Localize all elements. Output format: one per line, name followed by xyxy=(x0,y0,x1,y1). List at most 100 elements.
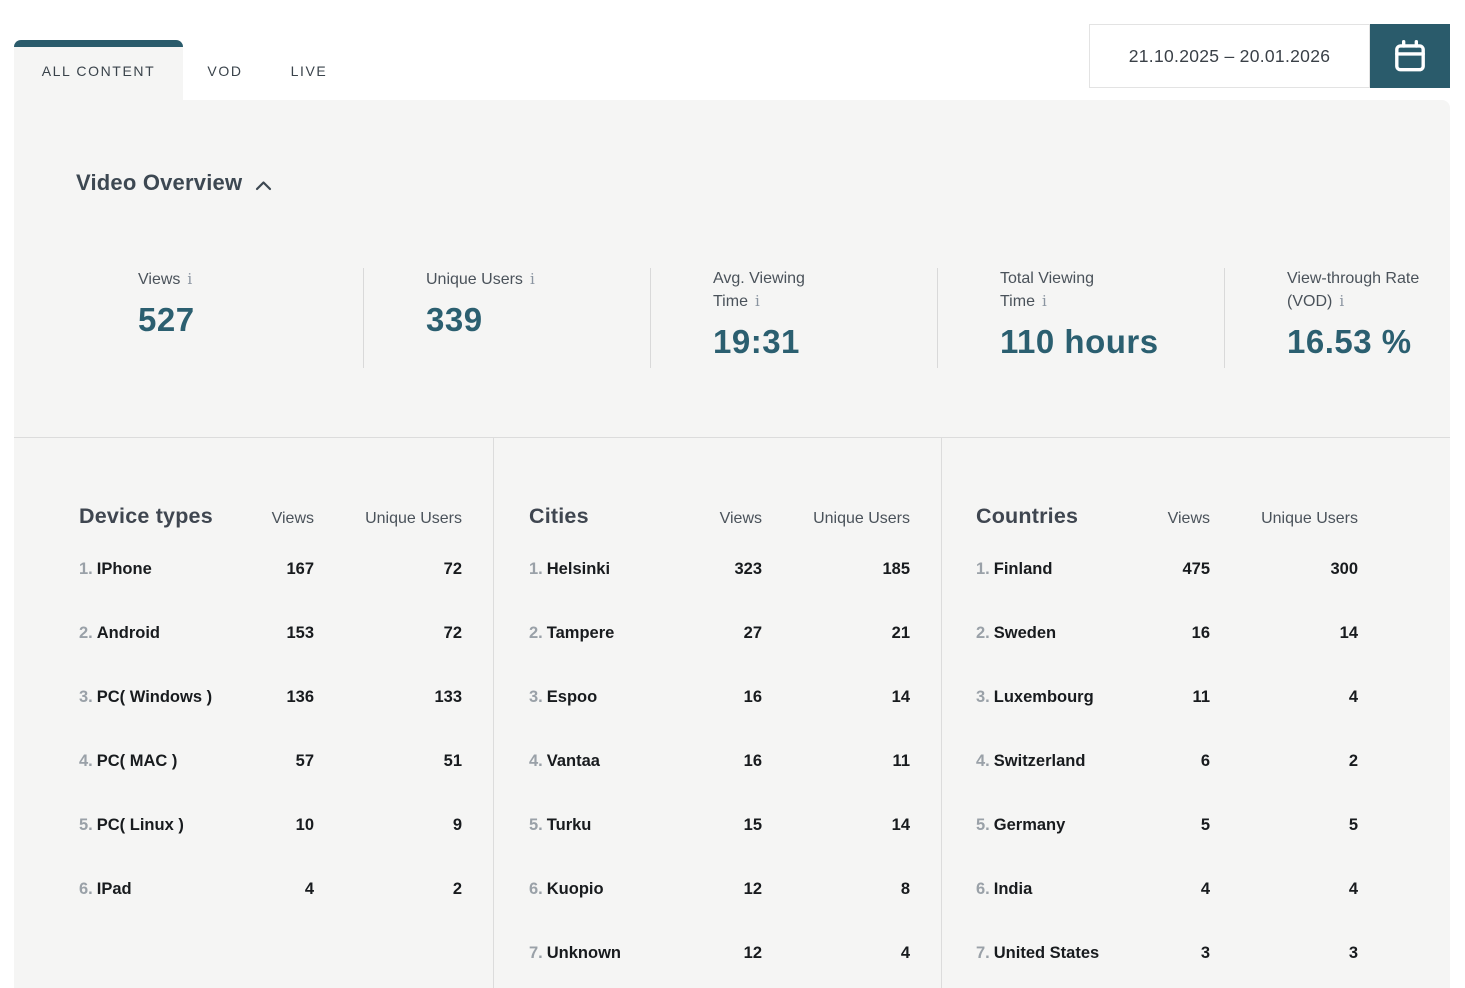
row-unique-users: 72 xyxy=(314,556,462,582)
info-icon[interactable]: i xyxy=(1042,292,1047,310)
table-row: 1.Helsinki 323 185 xyxy=(529,556,910,582)
chevron-up-icon[interactable] xyxy=(255,180,272,191)
table-row: 5.PC( Linux ) 10 9 xyxy=(79,812,462,838)
content-tabs: ALL CONTENT VOD LIVE xyxy=(14,40,351,102)
row-rank: 5. xyxy=(529,816,543,834)
table-row: 2.Sweden 16 14 xyxy=(976,620,1358,646)
breakdown-table: Countries Views Unique Users 1.Finland 4… xyxy=(941,438,1450,988)
row-views: 11 xyxy=(1135,684,1210,710)
row-unique-users: 14 xyxy=(762,684,910,710)
stat-label-row: Avg. Viewing Timei xyxy=(713,268,855,313)
breakdown-tables: Device types Views Unique Users 1.IPhone… xyxy=(14,437,1450,988)
breakdown-table: Device types Views Unique Users 1.IPhone… xyxy=(14,438,493,988)
row-rank: 5. xyxy=(976,816,990,834)
row-views: 27 xyxy=(687,620,762,646)
row-rank: 1. xyxy=(79,560,93,578)
stat-label-row: Total Viewing Timei xyxy=(1000,268,1142,313)
table-row: 1.Finland 475 300 xyxy=(976,556,1358,582)
row-name: PC( MAC ) xyxy=(97,752,178,770)
column-header-unique-users: Unique Users xyxy=(314,510,462,528)
row-rank: 4. xyxy=(529,752,543,770)
table-row: 5.Germany 5 5 xyxy=(976,812,1358,838)
row-name-cell: 1.Finland xyxy=(976,556,1135,582)
table-row: 4.Vantaa 16 11 xyxy=(529,748,910,774)
row-name: Helsinki xyxy=(547,560,610,578)
row-rank: 6. xyxy=(529,880,543,898)
stat-card: Viewsi 527 xyxy=(76,268,363,368)
row-views: 10 xyxy=(239,812,314,838)
row-name-cell: 6.Kuopio xyxy=(529,876,687,902)
table-header: Countries Views Unique Users xyxy=(976,438,1358,529)
row-rank: 3. xyxy=(79,688,93,706)
row-name-cell: 5.Turku xyxy=(529,812,687,838)
tab-all-content[interactable]: ALL CONTENT xyxy=(14,40,183,102)
row-rank: 3. xyxy=(529,688,543,706)
row-unique-users: 21 xyxy=(762,620,910,646)
row-views: 136 xyxy=(239,684,314,710)
stat-value: 339 xyxy=(426,301,650,339)
row-views: 15 xyxy=(687,812,762,838)
stats-row: Viewsi 527 Unique Usersi 339 Avg. Viewin… xyxy=(76,268,1450,368)
info-icon[interactable]: i xyxy=(755,292,760,310)
row-name-cell: 4.Vantaa xyxy=(529,748,687,774)
date-range-value[interactable]: 21.10.2025 – 20.01.2026 xyxy=(1089,24,1370,88)
row-rank: 1. xyxy=(976,560,990,578)
row-rank: 7. xyxy=(529,944,543,962)
tab-label: ALL CONTENT xyxy=(42,63,156,79)
row-views: 4 xyxy=(1135,876,1210,902)
row-name: Unknown xyxy=(547,944,621,962)
row-views: 4 xyxy=(239,876,314,902)
breakdown-table: Cities Views Unique Users 1.Helsinki 323… xyxy=(493,438,941,988)
row-name: Tampere xyxy=(547,624,615,642)
row-unique-users: 2 xyxy=(314,876,462,902)
tab-vod[interactable]: VOD xyxy=(183,40,267,102)
row-unique-users: 8 xyxy=(762,876,910,902)
tab-live[interactable]: LIVE xyxy=(267,40,351,102)
row-name-cell: 1.IPhone xyxy=(79,556,239,582)
column-header-views: Views xyxy=(239,510,314,528)
stat-value: 110 hours xyxy=(1000,323,1224,361)
row-name: India xyxy=(994,880,1033,898)
row-unique-users: 72 xyxy=(314,620,462,646)
row-name-cell: 4.Switzerland xyxy=(976,748,1135,774)
row-name-cell: 5.PC( Linux ) xyxy=(79,812,239,838)
info-icon[interactable]: i xyxy=(187,270,192,288)
table-title: Device types xyxy=(79,504,239,529)
row-name: IPhone xyxy=(97,560,152,578)
row-views: 16 xyxy=(687,748,762,774)
calendar-icon xyxy=(1391,37,1429,75)
tab-label: LIVE xyxy=(291,63,328,79)
row-name: Switzerland xyxy=(994,752,1086,770)
row-unique-users: 14 xyxy=(1210,620,1358,646)
row-unique-users: 133 xyxy=(314,684,462,710)
row-name: United States xyxy=(994,944,1099,962)
row-rank: 6. xyxy=(976,880,990,898)
row-name: Germany xyxy=(994,816,1066,834)
row-unique-users: 2 xyxy=(1210,748,1358,774)
row-name-cell: 4.PC( MAC ) xyxy=(79,748,239,774)
row-name-cell: 6.IPad xyxy=(79,876,239,902)
row-views: 57 xyxy=(239,748,314,774)
row-name: Turku xyxy=(547,816,592,834)
row-name: PC( Linux ) xyxy=(97,816,184,834)
row-name: IPad xyxy=(97,880,132,898)
row-views: 3 xyxy=(1135,940,1210,966)
calendar-button[interactable] xyxy=(1370,24,1450,88)
row-views: 6 xyxy=(1135,748,1210,774)
info-icon[interactable]: i xyxy=(1339,292,1344,310)
column-header-views: Views xyxy=(687,510,762,528)
row-name-cell: 3.Luxembourg xyxy=(976,684,1135,710)
row-unique-users: 3 xyxy=(1210,940,1358,966)
table-row: 3.Espoo 16 14 xyxy=(529,684,910,710)
table-row: 4.PC( MAC ) 57 51 xyxy=(79,748,462,774)
row-unique-users: 14 xyxy=(762,812,910,838)
table-title: Cities xyxy=(529,504,687,529)
row-rank: 3. xyxy=(976,688,990,706)
table-row: 2.Android 153 72 xyxy=(79,620,462,646)
row-name: PC( Windows ) xyxy=(97,688,212,706)
info-icon[interactable]: i xyxy=(530,270,535,288)
stat-card: Avg. Viewing Timei 19:31 xyxy=(650,268,937,368)
table-row: 1.IPhone 167 72 xyxy=(79,556,462,582)
stat-label: View-through Rate (VOD) xyxy=(1287,270,1419,310)
section-title: Video Overview xyxy=(76,170,242,196)
